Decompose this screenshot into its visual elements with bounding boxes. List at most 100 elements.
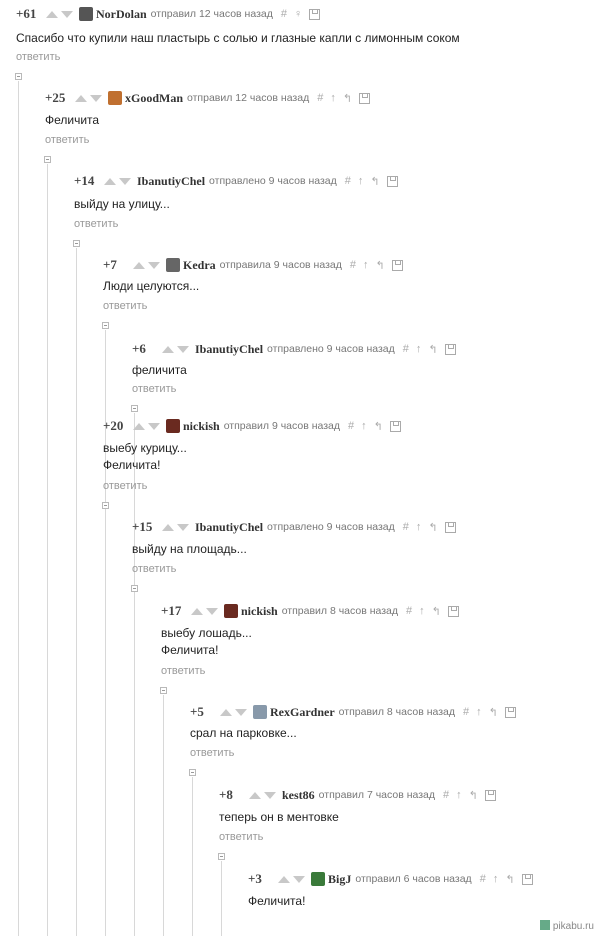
permalink-icon[interactable]: #	[345, 175, 351, 187]
parent-comment-icon[interactable]: ↑	[361, 420, 367, 432]
permalink-icon[interactable]: #	[403, 343, 409, 355]
username-link[interactable]: Kedra	[183, 258, 216, 273]
thread-link-icon[interactable]: ↰	[469, 789, 478, 802]
save-comment-icon[interactable]	[444, 343, 456, 355]
permalink-icon[interactable]: #	[317, 92, 323, 104]
reply-link[interactable]: ответить	[132, 383, 176, 395]
reply-link[interactable]: ответить	[190, 747, 234, 759]
upvote-arrow-icon[interactable]	[220, 708, 232, 716]
save-comment-icon[interactable]	[504, 706, 516, 718]
username-link[interactable]: IbanutiyChel	[195, 520, 263, 535]
collapse-toggle-icon[interactable]	[73, 240, 80, 247]
permalink-icon[interactable]: #	[348, 420, 354, 432]
save-comment-icon[interactable]	[386, 175, 398, 187]
thread-link-icon[interactable]: ↰	[370, 175, 379, 188]
reply-link[interactable]: ответить	[45, 134, 89, 146]
username-link[interactable]: BigJ	[328, 872, 351, 887]
user-info-icon[interactable]: ♀	[294, 8, 302, 20]
permalink-icon[interactable]: #	[350, 259, 356, 271]
upvote-arrow-icon[interactable]	[46, 10, 58, 18]
reply-link[interactable]: ответить	[161, 665, 205, 677]
username-link[interactable]: NorDolan	[96, 7, 147, 22]
photo-avatar-icon[interactable]	[253, 705, 267, 719]
permalink-icon[interactable]: #	[403, 521, 409, 533]
thread-link-icon[interactable]: ↰	[428, 521, 437, 534]
sketch-avatar-icon[interactable]	[166, 258, 180, 272]
save-comment-icon[interactable]	[309, 8, 321, 20]
collapse-toggle-icon[interactable]	[218, 853, 225, 860]
username-link[interactable]: nickish	[241, 604, 278, 619]
collapse-toggle-icon[interactable]	[102, 322, 109, 329]
downvote-arrow-icon[interactable]	[148, 422, 160, 430]
reply-link[interactable]: ответить	[103, 300, 147, 312]
save-comment-icon[interactable]	[391, 259, 403, 271]
save-comment-icon[interactable]	[521, 873, 533, 885]
upvote-arrow-icon[interactable]	[278, 875, 290, 883]
upvote-arrow-icon[interactable]	[133, 261, 145, 269]
parent-comment-icon[interactable]: ↑	[416, 521, 422, 533]
upvote-arrow-icon[interactable]	[162, 523, 174, 531]
parent-comment-icon[interactable]: ↑	[456, 789, 462, 801]
thread-link-icon[interactable]: ↰	[505, 873, 514, 886]
thread-link-icon[interactable]: ↰	[374, 420, 383, 433]
permalink-icon[interactable]: #	[281, 8, 287, 20]
downvote-arrow-icon[interactable]	[264, 791, 276, 799]
upvote-arrow-icon[interactable]	[104, 177, 116, 185]
upvote-arrow-icon[interactable]	[249, 791, 261, 799]
downvote-arrow-icon[interactable]	[177, 523, 189, 531]
downvote-arrow-icon[interactable]	[177, 345, 189, 353]
parent-comment-icon[interactable]: ↑	[358, 175, 364, 187]
username-link[interactable]: IbanutiyChel	[195, 342, 263, 357]
parent-comment-icon[interactable]: ↑	[476, 706, 482, 718]
thread-link-icon[interactable]: ↰	[343, 92, 352, 105]
collapse-toggle-icon[interactable]	[189, 769, 196, 776]
permalink-icon[interactable]: #	[480, 873, 486, 885]
collapse-toggle-icon[interactable]	[44, 156, 51, 163]
green-figure-icon[interactable]	[311, 872, 325, 886]
username-link[interactable]: nickish	[183, 419, 220, 434]
reply-link[interactable]: ответить	[132, 563, 176, 575]
parent-comment-icon[interactable]: ↑	[419, 605, 425, 617]
parent-comment-icon[interactable]: ↑	[363, 259, 369, 271]
collapse-toggle-icon[interactable]	[160, 687, 167, 694]
knight-helmet-icon[interactable]	[79, 7, 93, 21]
save-comment-icon[interactable]	[389, 420, 401, 432]
thread-link-icon[interactable]: ↰	[428, 343, 437, 356]
collapse-toggle-icon[interactable]	[131, 585, 138, 592]
thread-link-icon[interactable]: ↰	[375, 259, 384, 272]
upvote-arrow-icon[interactable]	[191, 607, 203, 615]
thread-link-icon[interactable]: ↰	[432, 605, 441, 618]
parent-comment-icon[interactable]: ↑	[330, 92, 336, 104]
thread-link-icon[interactable]: ↰	[489, 706, 498, 719]
upvote-arrow-icon[interactable]	[75, 94, 87, 102]
save-comment-icon[interactable]	[444, 521, 456, 533]
reply-link[interactable]: ответить	[103, 480, 147, 492]
reply-link[interactable]: ответить	[74, 218, 118, 230]
save-comment-icon[interactable]	[359, 92, 371, 104]
save-comment-icon[interactable]	[447, 605, 459, 617]
parent-comment-icon[interactable]: ↑	[416, 343, 422, 355]
permalink-icon[interactable]: #	[463, 706, 469, 718]
username-link[interactable]: RexGardner	[270, 705, 335, 720]
downvote-arrow-icon[interactable]	[61, 10, 73, 18]
parent-comment-icon[interactable]: ↑	[493, 873, 499, 885]
upvote-arrow-icon[interactable]	[162, 345, 174, 353]
reply-link[interactable]: ответить	[219, 831, 263, 843]
pixel-face-icon[interactable]	[108, 91, 122, 105]
collapse-toggle-icon[interactable]	[102, 502, 109, 509]
downvote-arrow-icon[interactable]	[235, 708, 247, 716]
permalink-icon[interactable]: #	[406, 605, 412, 617]
username-link[interactable]: xGoodMan	[125, 91, 183, 106]
permalink-icon[interactable]: #	[443, 789, 449, 801]
username-link[interactable]: kest86	[282, 788, 315, 803]
downvote-arrow-icon[interactable]	[119, 177, 131, 185]
dark-portrait-icon[interactable]	[166, 419, 180, 433]
collapse-toggle-icon[interactable]	[15, 73, 22, 80]
downvote-arrow-icon[interactable]	[90, 94, 102, 102]
upvote-arrow-icon[interactable]	[133, 422, 145, 430]
downvote-arrow-icon[interactable]	[206, 607, 218, 615]
save-comment-icon[interactable]	[484, 789, 496, 801]
reply-link[interactable]: ответить	[16, 51, 60, 63]
collapse-toggle-icon[interactable]	[131, 405, 138, 412]
downvote-arrow-icon[interactable]	[293, 875, 305, 883]
